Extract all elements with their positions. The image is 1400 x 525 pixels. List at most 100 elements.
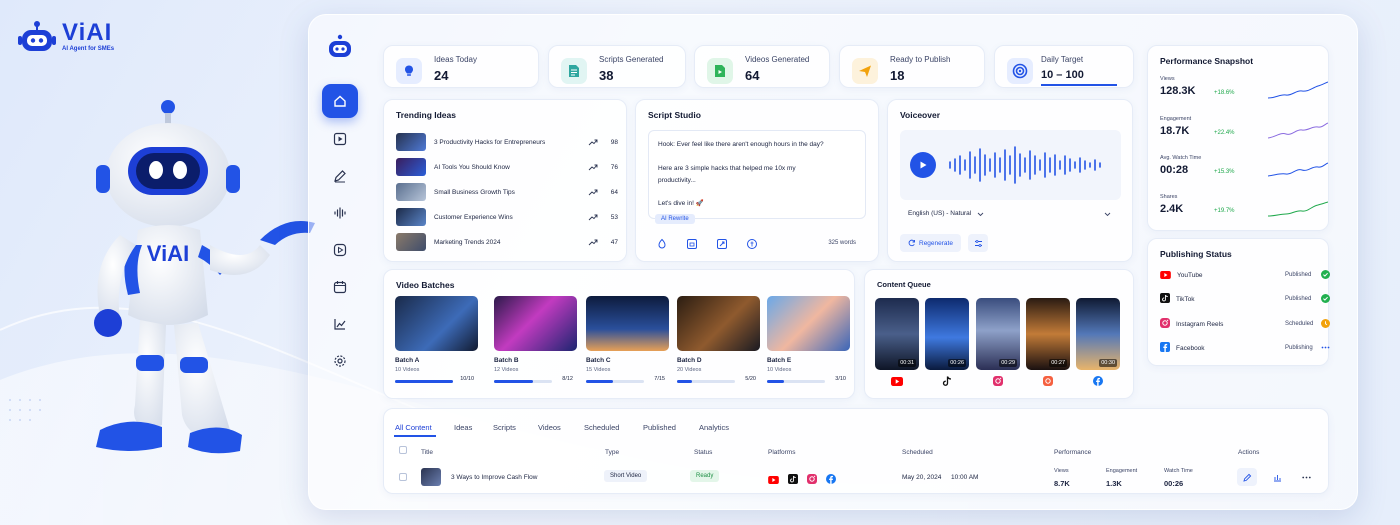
ai-rewrite-button[interactable]: AI Rewrite: [655, 214, 695, 224]
brand-logo[interactable]: ViAI AI Agent for SMEs: [18, 20, 114, 54]
nav-analytics[interactable]: [322, 307, 358, 341]
tiktok-icon: [788, 471, 798, 489]
refresh-icon: [908, 234, 916, 252]
more-actions-button[interactable]: [1296, 468, 1316, 486]
trending-item[interactable]: AI Tools You Should Know 76: [396, 157, 618, 177]
trending-item[interactable]: Marketing Trends 2024 47: [396, 232, 618, 252]
stat-ready-to-publish[interactable]: Ready to Publish 18: [839, 45, 985, 88]
tab-scripts[interactable]: Scripts: [493, 423, 516, 432]
more-horizontal-icon: [1301, 476, 1311, 478]
batch-thumbnail: [586, 296, 669, 351]
calendar-icon: [333, 281, 347, 294]
trending-item[interactable]: Small Business Growth Tips 64: [396, 182, 618, 202]
trend-up-icon: [588, 158, 598, 176]
tab-analytics[interactable]: Analytics: [699, 423, 729, 432]
voice-settings-button[interactable]: [968, 234, 988, 252]
publishing-row[interactable]: TikTok Published: [1160, 291, 1330, 307]
scheduled-time: 10:00 AM: [951, 474, 979, 481]
column-header-type[interactable]: Type: [605, 449, 619, 456]
voice-select[interactable]: English (US) - Natural: [900, 204, 1121, 222]
nav-voiceover[interactable]: [322, 196, 358, 230]
tab-all-content[interactable]: All Content: [395, 423, 432, 432]
publishing-row[interactable]: YouTube Published: [1160, 267, 1330, 283]
nav-videos[interactable]: [322, 122, 358, 156]
progress-fill: [677, 380, 692, 383]
send-icon: [852, 58, 878, 84]
performance-metric[interactable]: Avg. Watch Time 00:28 +15.3%: [1160, 155, 1335, 191]
publish-status: Publishing: [1285, 345, 1313, 351]
column-header-platforms[interactable]: Platforms: [768, 449, 795, 456]
batch-item[interactable]: Batch B 12 Videos 8/12: [494, 296, 577, 387]
batch-item[interactable]: Batch E 10 Videos 3/10: [767, 296, 850, 387]
stat-videos-generated[interactable]: Videos Generated 64: [694, 45, 830, 88]
column-header-status[interactable]: Status: [694, 449, 712, 456]
row-title[interactable]: 3 Ways to Improve Cash Flow: [451, 474, 537, 481]
save-tool-icon[interactable]: [686, 237, 698, 255]
script-editor[interactable]: Hook: Ever feel like there aren't enough…: [648, 130, 866, 219]
tab-videos[interactable]: Videos: [538, 423, 561, 432]
queue-item[interactable]: 00:30: [1076, 298, 1120, 388]
batch-name: Batch A: [395, 357, 420, 364]
trending-title: Small Business Growth Tips: [434, 188, 515, 196]
queue-item[interactable]: 00:29: [976, 298, 1020, 388]
stat-scripts-generated[interactable]: Scripts Generated 38: [548, 45, 686, 88]
nav-home[interactable]: [322, 84, 358, 118]
batch-name: Batch B: [494, 357, 519, 364]
facebook-icon: [1076, 374, 1120, 388]
nav-scripts[interactable]: [322, 159, 358, 193]
trending-thumbnail: [396, 183, 426, 201]
queue-item[interactable]: 00:26: [925, 298, 969, 388]
play-button[interactable]: [910, 152, 936, 178]
chart-icon: [334, 319, 346, 330]
analytics-button[interactable]: [1267, 468, 1287, 486]
batch-item[interactable]: Batch A 10 Videos 10/10: [395, 296, 478, 387]
performance-snapshot-card: Performance Snapshot Views 128.3K +18.6%…: [1147, 45, 1329, 231]
column-header-actions[interactable]: Actions: [1238, 449, 1259, 456]
voice-select-value: English (US) - Natural: [908, 209, 972, 217]
regenerate-button[interactable]: Regenerate: [900, 234, 961, 252]
column-header-scheduled[interactable]: Scheduled: [902, 449, 933, 456]
script-line: productivity...: [658, 177, 696, 184]
sparkline: [1268, 162, 1328, 177]
nav-media[interactable]: [322, 233, 358, 267]
stat-daily-target[interactable]: Daily Target 10 – 100: [994, 45, 1134, 88]
column-header-title[interactable]: Title: [421, 449, 433, 456]
performance-metric[interactable]: Views 128.3K +18.6%: [1160, 76, 1335, 112]
chevron-down-icon: [977, 204, 984, 222]
tab-scheduled[interactable]: Scheduled: [584, 423, 619, 432]
queue-item[interactable]: 00:31: [875, 298, 919, 388]
sparkline: [1268, 81, 1328, 99]
column-header-performance[interactable]: Performance: [1054, 449, 1091, 456]
edit-button[interactable]: [1237, 468, 1257, 486]
publishing-status-card: Publishing Status YouTube Published TikT…: [1147, 238, 1330, 366]
tab-ideas[interactable]: Ideas: [454, 423, 472, 432]
card-title: Script Studio: [648, 110, 701, 120]
stat-ideas-today[interactable]: Ideas Today 24: [383, 45, 539, 88]
trending-thumbnail: [396, 133, 426, 151]
trending-item[interactable]: Customer Experience Wins 53: [396, 207, 618, 227]
performance-metric[interactable]: Shares 2.4K +19.7%: [1160, 194, 1335, 230]
batch-item[interactable]: Batch D 20 Videos 5/20: [677, 296, 760, 387]
nav-calendar[interactable]: [322, 270, 358, 304]
performance-metric[interactable]: Engagement 18.7K +22.4%: [1160, 116, 1335, 152]
coin-tool-icon[interactable]: [746, 237, 758, 255]
script-line: Hook: Ever feel like there aren't enough…: [658, 141, 824, 148]
row-checkbox[interactable]: [399, 473, 407, 481]
bar-chart-icon: [1273, 474, 1281, 481]
hook-tool-icon[interactable]: [656, 237, 668, 255]
translate-tool-icon[interactable]: [716, 237, 728, 255]
publishing-row[interactable]: Facebook Publishing: [1160, 340, 1330, 356]
queue-item[interactable]: 00:27: [1026, 298, 1070, 388]
batch-item[interactable]: Batch C 15 Videos 7/15: [586, 296, 669, 387]
select-all-checkbox[interactable]: [399, 446, 407, 454]
queue-thumbnail: 00:26: [925, 298, 969, 370]
nav-settings[interactable]: [322, 344, 358, 378]
platform-name: YouTube: [1177, 271, 1203, 279]
publishing-row[interactable]: Instagram Reels Scheduled: [1160, 316, 1330, 332]
tab-published[interactable]: Published: [643, 423, 676, 432]
trending-item[interactable]: 3 Productivity Hacks for Entrepreneurs 9…: [396, 132, 618, 152]
card-title: Performance Snapshot: [1160, 56, 1254, 66]
card-title: Trending Ideas: [396, 110, 456, 120]
trend-up-icon: [588, 233, 598, 251]
type-badge: Short Video: [604, 470, 648, 482]
